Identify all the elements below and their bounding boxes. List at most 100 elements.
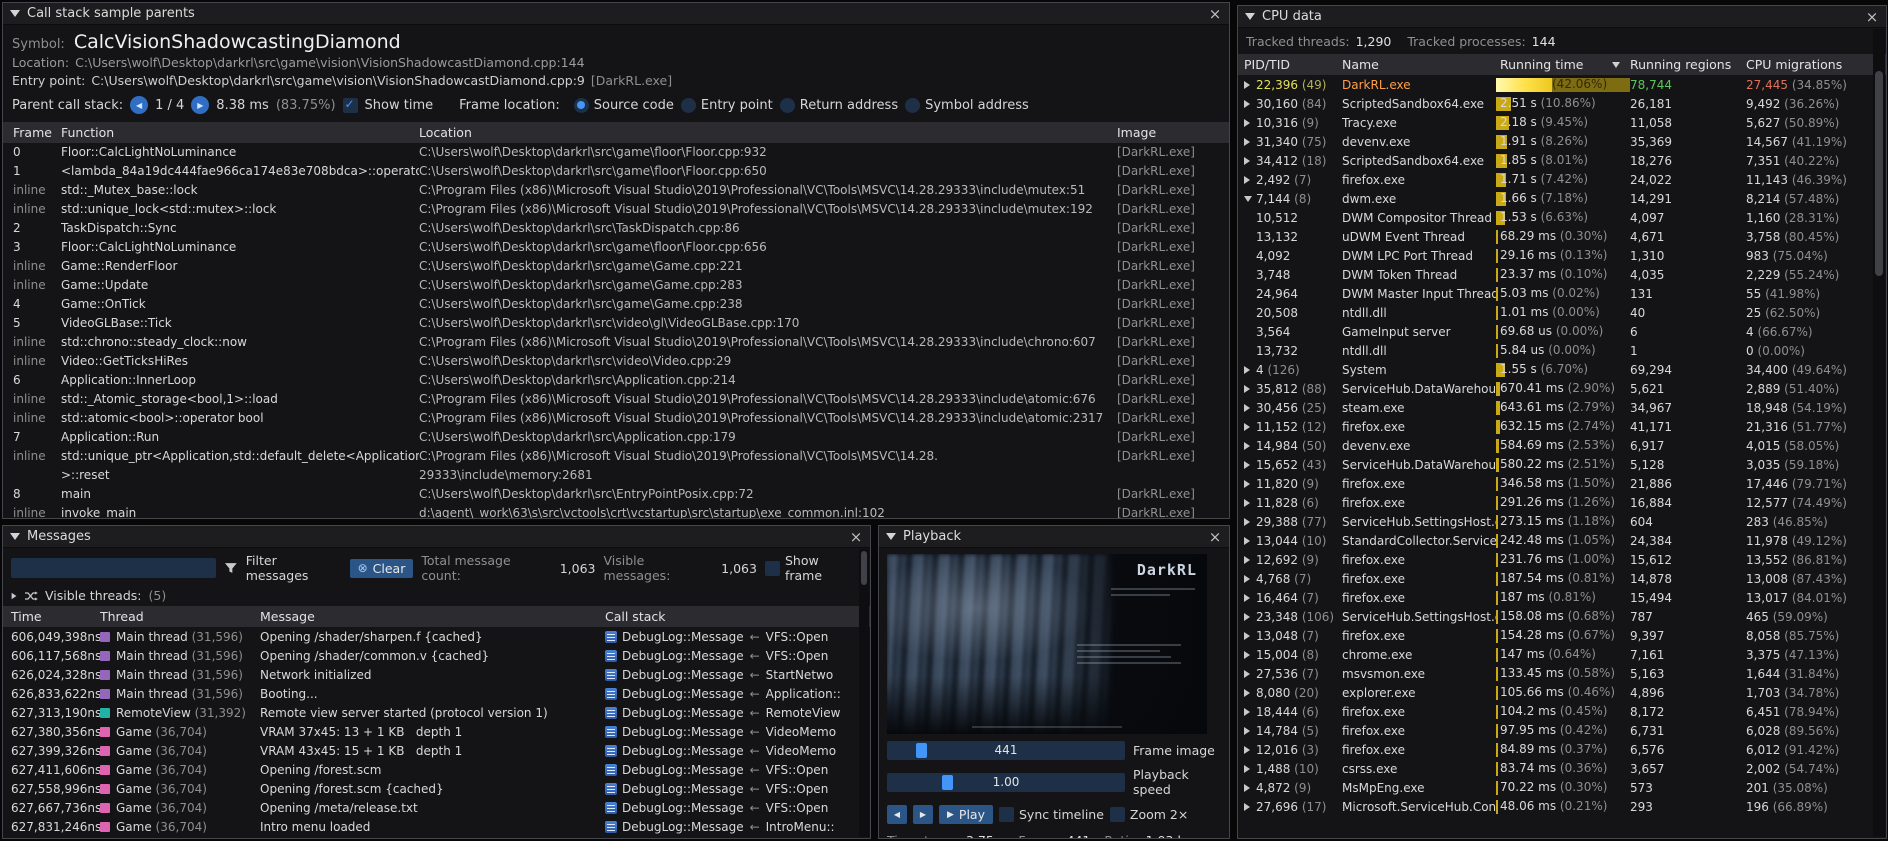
cpu-process-row[interactable]: 27,696 (17)Microsoft.ServiceHub.Controll… bbox=[1238, 797, 1873, 816]
expand-icon[interactable] bbox=[1244, 632, 1250, 640]
cpu-process-row[interactable]: 11,828 (6)firefox.exe291.26 ms (1.26%)16… bbox=[1238, 493, 1873, 512]
message-callstack[interactable]: DebugLog::Message←StartNetwo bbox=[605, 668, 870, 682]
callstack-frame-row[interactable]: inlinestd::_Mutex_base::lockC:\Program F… bbox=[3, 181, 1229, 200]
show-frame-checkbox[interactable]: Show frame bbox=[765, 553, 858, 583]
cpu-process-row[interactable]: 7,144 (8)dwm.exe1.66 s (7.18%)14,2918,21… bbox=[1238, 189, 1873, 208]
message-row[interactable]: 627,831,246nsGame (36,704)Intro menu loa… bbox=[3, 817, 870, 836]
cpu-process-row[interactable]: 15,652 (43)ServiceHub.DataWarehouseHost.… bbox=[1238, 455, 1873, 474]
callstack-frame-row[interactable]: 6Application::InnerLoopC:\Users\wolf\Des… bbox=[3, 371, 1229, 390]
callstack-frame-row[interactable]: 3Floor::CalcLightNoLuminanceC:\Users\wol… bbox=[3, 238, 1229, 257]
collapse-icon[interactable] bbox=[1244, 196, 1252, 202]
col-running-regions[interactable]: Running regions bbox=[1630, 57, 1746, 72]
sync-timeline-checkbox[interactable]: Sync timeline bbox=[999, 807, 1104, 822]
collapse-arrow-icon[interactable] bbox=[10, 533, 20, 540]
cpu-process-row[interactable]: 10,512DWM Compositor Thread1.53 s (6.63%… bbox=[1238, 208, 1873, 227]
message-callstack[interactable]: DebugLog::Message←VFS::Open bbox=[605, 801, 870, 815]
expand-icon[interactable] bbox=[1244, 689, 1250, 697]
cpu-process-row[interactable]: 13,732ntdll.dll5.84 us (0.00%)10 (0.00%) bbox=[1238, 341, 1873, 360]
cpu-process-row[interactable]: 29,388 (77)ServiceHub.SettingsHost.exe27… bbox=[1238, 512, 1873, 531]
cpu-process-row[interactable]: 30,160 (84)ScriptedSandbox64.exe2.51 s (… bbox=[1238, 94, 1873, 113]
cpu-process-row[interactable]: 24,964DWM Master Input Thread5.03 ms (0.… bbox=[1238, 284, 1873, 303]
cpu-process-row[interactable]: 11,152 (12)firefox.exe632.15 ms (2.74%)4… bbox=[1238, 417, 1873, 436]
clear-button[interactable]: ⊗Clear bbox=[350, 559, 414, 578]
visible-threads-label[interactable]: Visible threads: bbox=[45, 588, 142, 603]
cpu-process-row[interactable]: 12,692 (9)firefox.exe231.76 ms (1.00%)15… bbox=[1238, 550, 1873, 569]
callstack-frame-row[interactable]: inlinestd::atomic<bool>::operator boolC:… bbox=[3, 409, 1229, 428]
cpu-process-row[interactable]: 13,048 (7)firefox.exe154.28 ms (0.67%)9,… bbox=[1238, 626, 1873, 645]
callstack-frame-row[interactable]: inlineVideo::GetTicksHiResC:\Users\wolf\… bbox=[3, 352, 1229, 371]
radio-source-code[interactable]: Source code bbox=[574, 98, 674, 113]
cpu-process-row[interactable]: 35,812 (88)ServiceHub.DataWarehouseHost.… bbox=[1238, 379, 1873, 398]
callstack-frame-row[interactable]: inlinestd::chrono::steady_clock::nowC:\P… bbox=[3, 333, 1229, 352]
zoom-2x-checkbox[interactable]: Zoom 2× bbox=[1110, 807, 1188, 822]
cpu-process-row[interactable]: 4,768 (7)firefox.exe187.54 ms (0.81%)14,… bbox=[1238, 569, 1873, 588]
collapse-arrow-icon[interactable] bbox=[1245, 13, 1255, 20]
callstack-frame-row[interactable]: 4Game::OnTickC:\Users\wolf\Desktop\darkr… bbox=[3, 295, 1229, 314]
message-callstack[interactable]: DebugLog::Message←RemoteView bbox=[605, 706, 870, 720]
callstack-frame-row[interactable]: 0Floor::CalcLightNoLuminanceC:\Users\wol… bbox=[3, 143, 1229, 162]
collapse-arrow-icon[interactable] bbox=[886, 533, 896, 540]
expand-icon[interactable] bbox=[1244, 81, 1250, 89]
expand-icon[interactable] bbox=[1244, 480, 1250, 488]
step-forward-button[interactable]: ▶ bbox=[913, 805, 933, 824]
expand-icon[interactable] bbox=[1244, 537, 1250, 545]
cpu-process-row[interactable]: 2,492 (7)firefox.exe1.71 s (7.42%)24,022… bbox=[1238, 170, 1873, 189]
expand-icon[interactable] bbox=[1244, 727, 1250, 735]
play-button[interactable]: ▶Play bbox=[939, 805, 993, 824]
expand-icon[interactable] bbox=[1244, 404, 1250, 412]
expand-icon[interactable] bbox=[1244, 765, 1250, 773]
message-callstack[interactable]: DebugLog::Message←VFS::Open bbox=[605, 763, 870, 777]
close-icon[interactable]: × bbox=[1865, 10, 1879, 24]
scrollbar-thumb[interactable] bbox=[861, 551, 867, 585]
expand-icon[interactable] bbox=[1244, 138, 1250, 146]
expand-icon[interactable] bbox=[1244, 461, 1250, 469]
callstack-frame-row[interactable]: 2TaskDispatch::SyncC:\Users\wolf\Desktop… bbox=[3, 219, 1229, 238]
cpu-process-row[interactable]: 12,016 (3)firefox.exe84.89 ms (0.37%)6,5… bbox=[1238, 740, 1873, 759]
message-row[interactable]: 606,117,568nsMain thread (31,596)Opening… bbox=[3, 646, 870, 665]
message-row[interactable]: 627,313,190nsRemoteView (31,392)Remote v… bbox=[3, 703, 870, 722]
message-row[interactable]: 626,024,328nsMain thread (31,596)Network… bbox=[3, 665, 870, 684]
message-callstack[interactable]: DebugLog::Message←VFS::Open bbox=[605, 782, 870, 796]
cpu-process-row[interactable]: 30,456 (25)steam.exe643.61 ms (2.79%)34,… bbox=[1238, 398, 1873, 417]
expand-icon[interactable] bbox=[1244, 100, 1250, 108]
expand-icon[interactable] bbox=[1244, 594, 1250, 602]
cpu-process-row[interactable]: 3,748DWM Token Thread23.37 ms (0.10%)4,0… bbox=[1238, 265, 1873, 284]
cpu-process-row[interactable]: 10,316 (9)Tracy.exe2.18 s (9.45%)11,0585… bbox=[1238, 113, 1873, 132]
col-pid-tid[interactable]: PID/TID bbox=[1238, 57, 1342, 72]
expand-icon[interactable] bbox=[1244, 157, 1250, 165]
cpu-process-row[interactable]: 14,784 (5)firefox.exe97.95 ms (0.42%)6,7… bbox=[1238, 721, 1873, 740]
step-back-button[interactable]: ◀ bbox=[887, 805, 907, 824]
expand-icon[interactable] bbox=[1244, 366, 1250, 374]
message-row[interactable]: 627,399,326nsGame (36,704)VRAM 43x45: 15… bbox=[3, 741, 870, 760]
radio-return-address[interactable]: Return address bbox=[780, 98, 898, 113]
frame-image-slider[interactable]: 441 bbox=[887, 741, 1125, 760]
callstack-frame-row[interactable]: 8mainC:\Users\wolf\Desktop\darkrl\src\En… bbox=[3, 485, 1229, 504]
message-callstack[interactable]: DebugLog::Message←VFS::Open bbox=[605, 630, 870, 644]
cpu-process-row[interactable]: 1,488 (10)csrss.exe83.74 ms (0.36%)3,657… bbox=[1238, 759, 1873, 778]
collapse-arrow-icon[interactable] bbox=[10, 10, 20, 17]
cpu-process-row[interactable]: 4,872 (9)MsMpEng.exe70.22 ms (0.30%)5732… bbox=[1238, 778, 1873, 797]
callstack-frame-row[interactable]: inlinestd::unique_ptr<Application,std::d… bbox=[3, 447, 1229, 485]
cpu-process-row[interactable]: 15,004 (8)chrome.exe147 ms (0.64%)7,1613… bbox=[1238, 645, 1873, 664]
cpu-process-row[interactable]: 31,340 (75)devenv.exe1.91 s (8.26%)35,36… bbox=[1238, 132, 1873, 151]
message-row[interactable]: 626,833,622nsMain thread (31,596)Booting… bbox=[3, 684, 870, 703]
cpu-process-row[interactable]: 23,348 (106)ServiceHub.SettingsHost.exe1… bbox=[1238, 607, 1873, 626]
cpu-process-row[interactable]: 13,132uDWM Event Thread68.29 ms (0.30%)4… bbox=[1238, 227, 1873, 246]
expand-icon[interactable] bbox=[1244, 784, 1250, 792]
expand-icon[interactable] bbox=[1244, 708, 1250, 716]
playback-speed-slider[interactable]: 1.00 bbox=[887, 773, 1125, 792]
expand-icon[interactable] bbox=[1244, 176, 1250, 184]
expand-icon[interactable] bbox=[1244, 670, 1250, 678]
prev-parent-button[interactable]: ◀ bbox=[130, 96, 148, 114]
cpu-scrollbar[interactable] bbox=[1873, 29, 1885, 837]
show-time-checkbox[interactable] bbox=[343, 98, 358, 113]
col-running-time[interactable]: Running time bbox=[1496, 55, 1630, 74]
callstack-frame-row[interactable]: inlineGame::UpdateC:\Users\wolf\Desktop\… bbox=[3, 276, 1229, 295]
expand-icon[interactable] bbox=[1244, 556, 1250, 564]
next-parent-button[interactable]: ▶ bbox=[191, 96, 209, 114]
callstack-frame-row[interactable]: inlineGame::RenderFloorC:\Users\wolf\Des… bbox=[3, 257, 1229, 276]
callstack-frame-row[interactable]: 1<lambda_84a19dc444fae966ca174e83e708bdc… bbox=[3, 162, 1229, 181]
expand-icon[interactable] bbox=[1244, 385, 1250, 393]
cpu-process-row[interactable]: 14,984 (50)devenv.exe584.69 ms (2.53%)6,… bbox=[1238, 436, 1873, 455]
col-cpu-migrations[interactable]: CPU migrations bbox=[1746, 57, 1886, 72]
